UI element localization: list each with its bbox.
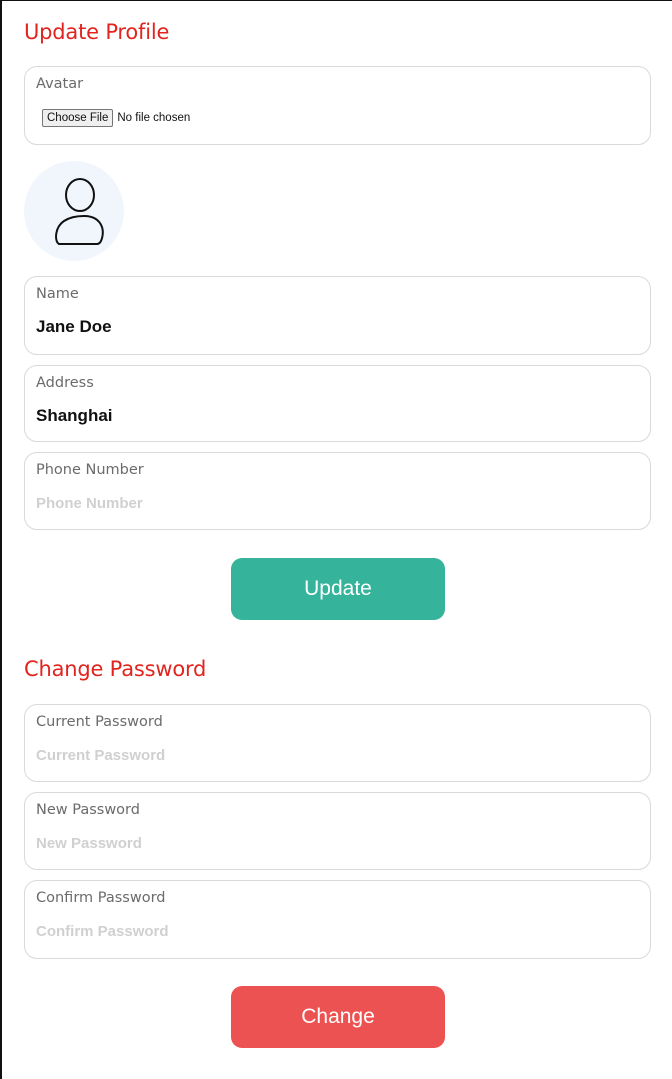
name-field: Name — [24, 276, 651, 355]
change-button[interactable]: Change — [231, 986, 445, 1048]
new-password-label: New Password — [36, 802, 140, 818]
address-label: Address — [36, 375, 94, 391]
name-input[interactable] — [36, 317, 626, 337]
new-password-input[interactable] — [36, 833, 626, 853]
confirm-password-label: Confirm Password — [36, 890, 166, 906]
phone-label: Phone Number — [36, 462, 144, 478]
update-button[interactable]: Update — [231, 558, 445, 620]
current-password-label: Current Password — [36, 714, 163, 730]
file-input: Choose File No file chosen — [42, 109, 190, 127]
confirm-password-field: Confirm Password — [24, 880, 651, 959]
choose-file-button[interactable]: Choose File — [42, 109, 114, 127]
current-password-input[interactable] — [36, 745, 626, 765]
address-field: Address — [24, 365, 651, 442]
avatar-preview — [24, 161, 124, 261]
avatar-field: Avatar Choose File No file chosen — [24, 66, 651, 145]
address-input[interactable] — [36, 406, 626, 426]
confirm-password-input[interactable] — [36, 921, 626, 941]
phone-field: Phone Number — [24, 452, 651, 530]
avatar-label: Avatar — [36, 76, 84, 92]
phone-input[interactable] — [36, 493, 626, 513]
new-password-field: New Password — [24, 792, 651, 870]
file-status: No file chosen — [117, 112, 191, 124]
update-profile-heading: Update Profile — [24, 20, 170, 44]
current-password-field: Current Password — [24, 704, 651, 782]
change-password-heading: Change Password — [24, 657, 207, 681]
name-label: Name — [36, 286, 79, 302]
user-icon — [55, 178, 104, 245]
profile-page: Update Profile Avatar Choose File No fil… — [0, 0, 672, 1079]
